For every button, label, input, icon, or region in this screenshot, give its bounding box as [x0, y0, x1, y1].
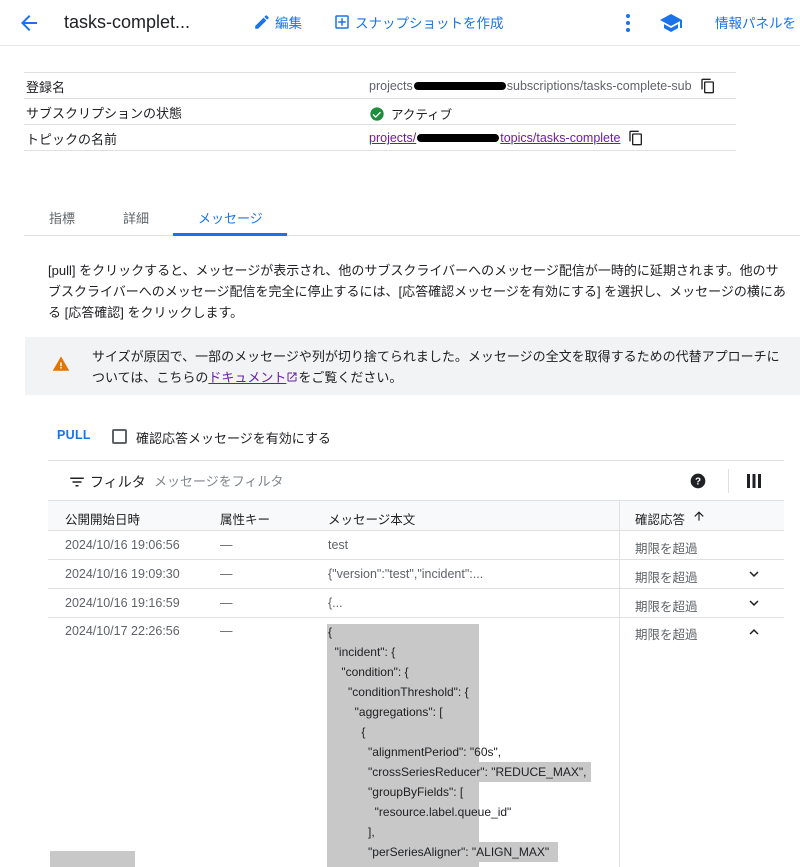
enable-ack-label: 確認応答メッセージを有効にする	[136, 431, 331, 446]
pull-description: [pull] をクリックすると、メッセージが表示され、他のサブスクライバーへのメ…	[48, 263, 786, 320]
subscription-name-value: projects subscriptions/tasks-complete-su…	[369, 78, 716, 94]
more-vert-icon[interactable]	[618, 11, 638, 35]
json-line: "incident": {	[328, 645, 396, 659]
copy-icon[interactable]	[628, 130, 644, 146]
publish-time-cell: 2024/10/17 22:26:56	[65, 624, 180, 638]
info-row-topic-name: トピックの名前 projects/topics/tasks-complete	[24, 125, 736, 151]
expand-more-icon[interactable]	[745, 565, 763, 583]
create-snapshot-label: スナップショットを作成	[355, 16, 504, 31]
subscription-info-table: 登録名 projects subscriptions/tasks-complet…	[24, 72, 736, 151]
check-circle-icon	[370, 106, 384, 121]
add-box-icon	[335, 15, 349, 29]
ack-cell: 期限を超過	[635, 628, 698, 642]
info-row-subscription-name: 登録名 projects subscriptions/tasks-complet…	[24, 73, 736, 99]
divider	[728, 469, 729, 493]
table-row[interactable]: 2024/10/16 19:16:59 — {... 期限を超過	[48, 589, 784, 618]
info-label: サブスクリプションの状態	[26, 106, 183, 121]
info-panel-button[interactable]: 情報パネルを	[715, 12, 796, 32]
status-text: アクティブ	[391, 108, 453, 122]
open-in-new-icon	[287, 372, 297, 382]
filter-input[interactable]	[154, 469, 554, 493]
topic-name-value: projects/topics/tasks-complete	[369, 130, 644, 146]
json-line: {	[328, 725, 366, 739]
info-row-status: サブスクリプションの状態 アクティブ	[24, 99, 736, 125]
filter-list-icon	[70, 477, 84, 487]
edit-button[interactable]: 編集	[253, 12, 302, 32]
json-line: "perSeriesAligner": "ALIGN_MAX"	[328, 845, 550, 859]
top-bar: tasks-complet... 編集 スナップショットを作成 情報パネルを	[0, 0, 800, 46]
help-icon[interactable]: ?	[690, 473, 706, 489]
info-label: 登録名	[26, 80, 66, 95]
json-line: ],	[328, 825, 375, 839]
json-line: "aggregations": [	[328, 705, 443, 719]
truncation-warning: サイズが原因で、一部のメッセージや列が切り捨てられました。メッセージの全文を取得…	[25, 337, 800, 395]
filter-label: フィルタ	[90, 474, 146, 490]
info-label: トピックの名前	[26, 132, 118, 147]
ack-cell: 期限を超過	[635, 600, 698, 614]
documentation-link-label: ドキュメント	[208, 370, 287, 385]
redacted-block	[413, 82, 506, 90]
back-arrow-icon[interactable]	[17, 11, 41, 35]
warning-text-before: サイズが原因で、一部のメッセージや列が切り捨てられました。メッセージの全文を取得…	[92, 349, 780, 385]
column-display-icon[interactable]	[747, 474, 761, 488]
json-line: "condition": {	[328, 665, 409, 679]
attribute-cell: —	[220, 624, 233, 638]
json-line: {	[328, 625, 333, 639]
redacted-block	[417, 134, 500, 142]
school-cap-icon[interactable]	[659, 11, 683, 35]
info-panel-label: 情報パネルを	[715, 16, 796, 31]
tab-bar: 指標 詳細 メッセージ	[24, 198, 800, 236]
expand-more-icon[interactable]	[745, 594, 763, 612]
column-header-attribute-keys[interactable]: 属性キー	[220, 509, 270, 528]
expand-less-icon[interactable]	[745, 623, 763, 641]
value-prefix: projects	[369, 79, 413, 93]
json-line: "alignmentPeriod": "60s",	[328, 745, 502, 759]
warning-icon	[52, 356, 70, 371]
table-header: 公開開始日時 属性キー メッセージ本文 確認応答	[48, 501, 784, 531]
column-header-ack[interactable]: 確認応答	[635, 509, 685, 528]
svg-text:?: ?	[695, 476, 701, 487]
message-body-cell: {"version":"test","incident":...	[328, 567, 484, 581]
attribute-cell: —	[220, 538, 233, 552]
json-line: "resource.label.queue_id"	[328, 805, 512, 819]
table-row[interactable]: 2024/10/16 19:06:56 — test 期限を超過	[48, 531, 784, 560]
table-row[interactable]: 2024/10/16 19:09:30 — {"version":"test",…	[48, 560, 784, 589]
json-line: "groupByFields": [	[328, 785, 464, 799]
message-body-cell: test	[328, 538, 349, 552]
page-title: tasks-complet...	[64, 12, 191, 32]
ack-cell: 期限を超過	[635, 542, 698, 556]
column-header-message-body[interactable]: メッセージ本文	[328, 509, 415, 528]
value-suffix: subscriptions/tasks-complete-sub	[506, 79, 692, 93]
message-body-cell: {...	[328, 596, 343, 610]
copy-icon[interactable]	[700, 78, 716, 94]
warning-text: サイズが原因で、一部のメッセージや列が切り捨てられました。メッセージの全文を取得…	[92, 346, 792, 388]
value-prefix: projects/	[369, 131, 417, 145]
column-header-publish-time[interactable]: 公開開始日時	[65, 509, 140, 528]
tab-messages[interactable]: メッセージ	[198, 208, 263, 227]
publish-time-cell: 2024/10/16 19:06:56	[65, 538, 180, 552]
enable-ack-checkbox[interactable]	[112, 429, 127, 444]
value-suffix: topics/tasks-complete	[500, 131, 621, 145]
sort-ascending-icon[interactable]	[692, 509, 706, 523]
publish-time-cell: 2024/10/16 19:09:30	[65, 567, 180, 581]
pencil-icon	[255, 15, 269, 29]
filter-bar: フィルタ ?	[48, 460, 784, 501]
create-snapshot-button[interactable]: スナップショットを作成	[333, 12, 504, 32]
tab-metrics[interactable]: 指標	[49, 208, 75, 227]
tab-details[interactable]: 詳細	[123, 208, 149, 227]
pull-button[interactable]: PULL	[57, 428, 91, 442]
horizontal-scrollbar[interactable]	[50, 851, 135, 867]
attribute-cell: —	[220, 596, 233, 610]
attribute-cell: —	[220, 567, 233, 581]
active-tab-indicator	[173, 233, 287, 236]
edit-label: 編集	[275, 16, 302, 31]
documentation-link[interactable]: ドキュメント	[208, 370, 298, 385]
topic-link[interactable]: projects/topics/tasks-complete	[369, 131, 620, 145]
warning-text-after: をご覧ください。	[298, 370, 403, 385]
status-value: アクティブ	[369, 104, 452, 123]
json-line: "conditionThreshold": {	[328, 685, 469, 699]
publish-time-cell: 2024/10/16 19:16:59	[65, 596, 180, 610]
json-line: "crossSeriesReducer": "REDUCE_MAX",	[328, 765, 587, 779]
ack-cell: 期限を超過	[635, 571, 698, 585]
